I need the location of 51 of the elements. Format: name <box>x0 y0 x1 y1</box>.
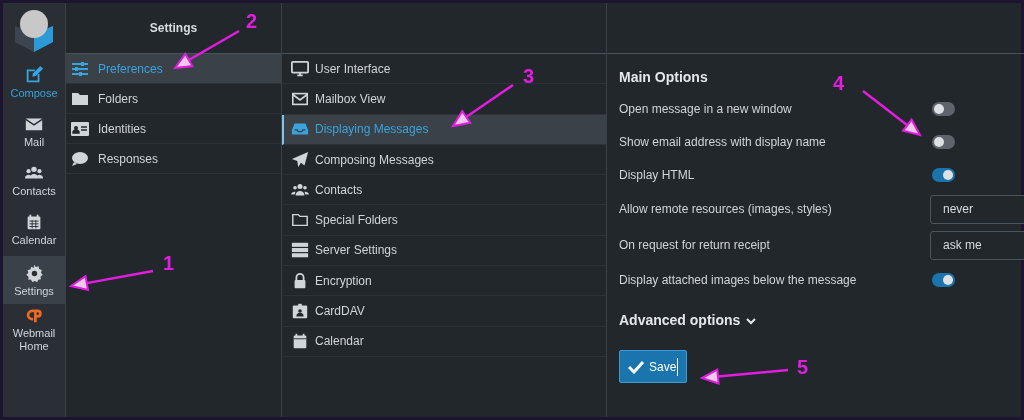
section-menu-item[interactable]: Calendar <box>282 326 606 357</box>
option-label: Open message in a new window <box>619 100 793 118</box>
nav-item[interactable]: Settings <box>3 256 65 304</box>
nav-item[interactable]: Compose <box>3 58 65 107</box>
dropdown-field[interactable]: ask me <box>930 230 1024 260</box>
compose-icon <box>24 65 44 85</box>
callout-arrow <box>862 90 922 137</box>
callout-number: 4 <box>833 73 845 93</box>
nav-item[interactable]: Contacts <box>3 156 65 205</box>
option-label: Show email address with display name <box>619 133 827 151</box>
monitor-icon <box>291 59 309 78</box>
nav-item[interactable]: Webmail Home <box>3 304 65 353</box>
nav-item[interactable]: Calendar <box>3 205 65 254</box>
toggle-switch[interactable] <box>932 134 955 149</box>
callout-arrow <box>450 83 514 128</box>
paper-plane-icon <box>291 150 309 169</box>
section-menu-item[interactable]: Server Settings <box>282 235 606 267</box>
chevron-icon <box>746 316 757 325</box>
section-menu-item[interactable]: Displaying Messages <box>282 114 606 145</box>
toggle-switch[interactable] <box>932 272 955 287</box>
dropdown-field[interactable]: never <box>930 194 1024 224</box>
column-title: Settings <box>149 20 198 37</box>
checkmark-icon <box>628 359 644 374</box>
advanced-options-toggle[interactable]: Advanced options <box>619 310 757 331</box>
section-menu-item[interactable]: Composing Messages <box>282 144 606 176</box>
contact-card-icon <box>291 302 309 320</box>
settings-menu-item[interactable]: Responses <box>66 144 281 174</box>
callout-number: 5 <box>797 357 809 377</box>
callout-number: 2 <box>246 11 258 31</box>
section-menu-item[interactable]: Special Folders <box>282 205 606 236</box>
toggle-switch[interactable] <box>932 101 955 116</box>
option-label: Display attached images below the message <box>619 271 858 289</box>
settings-menu-item[interactable]: Preferences <box>66 54 281 84</box>
option-label: Allow remote resources (images, styles) <box>619 201 833 218</box>
server-icon <box>291 241 309 260</box>
callout-number: 1 <box>163 253 175 273</box>
option-label: Display HTML <box>619 166 696 184</box>
section-menu-item[interactable]: Encryption <box>282 266 606 297</box>
calendar-icon <box>291 332 309 351</box>
section-heading: Main Options <box>619 68 708 87</box>
settings-menu-item[interactable]: Folders <box>66 84 281 114</box>
section-menu-item[interactable]: Mailbox View <box>282 84 606 115</box>
settings-menu-item[interactable]: Identities <box>66 114 281 144</box>
callout-number: 3 <box>523 66 535 86</box>
toggle-switch[interactable] <box>932 167 955 182</box>
option-label: On request for return receipt <box>619 237 771 254</box>
section-menu-item[interactable]: Contacts <box>282 175 606 206</box>
save-button[interactable]: Save <box>619 350 688 383</box>
nav-item[interactable]: Mail <box>3 107 65 156</box>
section-menu-item[interactable]: CardDAV <box>282 296 606 327</box>
settings-icon <box>24 262 44 283</box>
